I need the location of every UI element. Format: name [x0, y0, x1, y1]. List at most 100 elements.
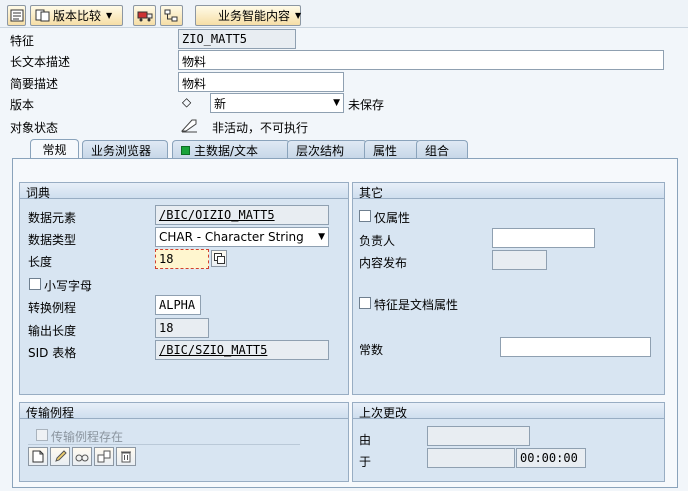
lowercase-label: 小写字母 — [44, 279, 93, 293]
other-group-title: 其它 — [353, 183, 664, 200]
version-selected-value: 新 — [214, 96, 227, 111]
attribute-only-label: 仅属性 — [374, 211, 411, 225]
tab-strip: 常规 业务浏览器 主数据/文本 层次结构 属性 组合 — [12, 139, 678, 159]
general-tab-panel: 词典 数据元素 /BIC/OIZIO_MATT5 数据类型 CHAR - Cha… — [12, 158, 678, 488]
version-label: 版本 — [10, 98, 35, 112]
output-length-field[interactable]: 18 — [155, 318, 209, 338]
transfer-routine-exists-checkbox[interactable] — [36, 429, 48, 441]
tab-attributes[interactable]: 属性 — [364, 140, 420, 159]
dictionary-group: 词典 数据元素 /BIC/OIZIO_MATT5 数据类型 CHAR - Cha… — [19, 182, 349, 395]
content-release-label: 内容发布 — [359, 256, 408, 270]
last-change-group-title: 上次更改 — [353, 403, 664, 420]
create-button[interactable] — [28, 447, 48, 466]
tab-master-data-texts[interactable]: 主数据/文本 — [172, 140, 290, 159]
truck-icon — [137, 11, 152, 22]
display-change-icon — [10, 9, 23, 22]
copy-routine-icon — [97, 450, 111, 463]
short-description-label: 简要描述 — [10, 77, 59, 91]
conversion-routine-input[interactable]: ALPHA — [155, 295, 201, 315]
characteristic-label: 特征 — [10, 34, 35, 48]
attribute-only-checkbox[interactable] — [359, 210, 371, 222]
constant-label: 常数 — [359, 343, 384, 357]
changed-by-field[interactable] — [427, 426, 530, 446]
object-status-label: 对象状态 — [10, 121, 59, 135]
transfer-routine-exists-label: 传输例程存在 — [51, 430, 124, 444]
diamond-icon: ◇ — [182, 95, 192, 109]
hierarchy-icon — [164, 9, 178, 22]
display-button[interactable] — [72, 447, 92, 466]
copy-button[interactable] — [211, 250, 227, 267]
transfer-routine-group: 传输例程 传输例程存在 — [19, 402, 349, 482]
sid-table-field[interactable]: /BIC/SZIO_MATT5 — [155, 340, 329, 360]
document-attribute-label: 特征是文档属性 — [374, 298, 459, 312]
tab-business-explorer[interactable]: 业务浏览器 — [82, 140, 168, 159]
divider — [28, 444, 300, 445]
dictionary-group-title: 词典 — [20, 183, 348, 200]
new-document-icon — [32, 450, 44, 463]
constant-input[interactable] — [500, 337, 651, 357]
tab-label: 层次结构 — [296, 143, 345, 158]
changed-at-label: 于 — [359, 455, 372, 469]
active-status-icon — [181, 145, 190, 155]
pencil-icon — [54, 450, 67, 462]
length-label: 长度 — [28, 255, 53, 269]
conversion-routine-label: 转换例程 — [28, 301, 77, 315]
long-description-input[interactable]: 物料 — [178, 50, 664, 70]
person-responsible-label: 负责人 — [359, 234, 396, 248]
copy-icon — [213, 253, 225, 264]
dropdown-arrow-icon: ▼ — [106, 11, 113, 20]
data-element-field[interactable]: /BIC/OIZIO_MATT5 — [155, 205, 329, 225]
transport-button[interactable] — [133, 5, 156, 26]
trash-icon — [121, 451, 131, 463]
display-change-button[interactable] — [7, 5, 26, 26]
version-compare-label: 版本比较 — [53, 9, 102, 23]
tab-compounding[interactable]: 组合 — [416, 140, 468, 159]
object-status-row: 对象状态 非活动，不可执行 — [0, 116, 688, 137]
characteristic-field[interactable]: ZIO_MATT5 — [178, 29, 296, 49]
data-element-label: 数据元素 — [28, 211, 77, 225]
changed-time-field[interactable]: 00:00:00 — [516, 448, 586, 468]
copy-routine-button[interactable] — [94, 447, 114, 466]
inactive-status-icon — [180, 119, 197, 133]
short-description-input[interactable]: 物料 — [178, 72, 344, 92]
application-toolbar: 版本比较 ▼ 业务智能内容 ▼ — [0, 0, 688, 28]
business-content-button[interactable]: 业务智能内容 ▼ — [195, 5, 301, 26]
person-responsible-input[interactable] — [492, 228, 595, 248]
tab-label: 组合 — [425, 143, 450, 158]
tab-label: 主数据/文本 — [194, 143, 259, 158]
lowercase-checkbox[interactable] — [29, 278, 41, 290]
tab-hierarchy[interactable]: 层次结构 — [287, 140, 367, 159]
compare-icon — [35, 9, 50, 22]
chevron-down-icon: ▼ — [318, 232, 325, 242]
data-type-label: 数据类型 — [28, 233, 77, 247]
delete-button[interactable] — [116, 447, 136, 466]
sid-table-label: SID 表格 — [28, 346, 77, 360]
long-description-label: 长文本描述 — [10, 55, 71, 69]
version-status-text: 未保存 — [348, 98, 385, 112]
hierarchy-button[interactable] — [160, 5, 183, 26]
characteristic-row: 特征 ZIO_MATT5 — [0, 29, 688, 50]
version-select[interactable]: 新 ▼ — [210, 93, 344, 113]
object-status-value: 非活动，不可执行 — [212, 121, 309, 135]
version-compare-button[interactable]: 版本比较 ▼ — [30, 5, 123, 26]
data-type-selected-value: CHAR - Character String — [159, 230, 304, 244]
long-description-row: 长文本描述 物料 — [0, 50, 688, 71]
dropdown-arrow-icon: ▼ — [295, 11, 302, 20]
content-release-field[interactable] — [492, 250, 547, 270]
changed-date-field[interactable] — [427, 448, 515, 468]
short-description-row: 简要描述 物料 — [0, 72, 688, 93]
tab-label: 常规 — [42, 143, 67, 157]
length-input[interactable]: 18 — [155, 249, 209, 269]
chevron-down-icon: ▼ — [333, 98, 340, 108]
document-attribute-checkbox[interactable] — [359, 297, 371, 309]
change-button[interactable] — [50, 447, 70, 466]
transfer-routine-group-title: 传输例程 — [20, 403, 348, 420]
glasses-icon — [75, 454, 89, 462]
last-change-group: 上次更改 由 于 00:00:00 — [352, 402, 665, 482]
data-type-select[interactable]: CHAR - Character String ▼ — [155, 227, 329, 247]
changed-by-label: 由 — [359, 433, 372, 447]
version-row: 版本 ◇ 新 ▼ 未保存 — [0, 93, 688, 114]
tab-general[interactable]: 常规 — [30, 139, 79, 159]
tab-label: 属性 — [373, 143, 398, 158]
business-content-label: 业务智能内容 — [218, 9, 291, 23]
